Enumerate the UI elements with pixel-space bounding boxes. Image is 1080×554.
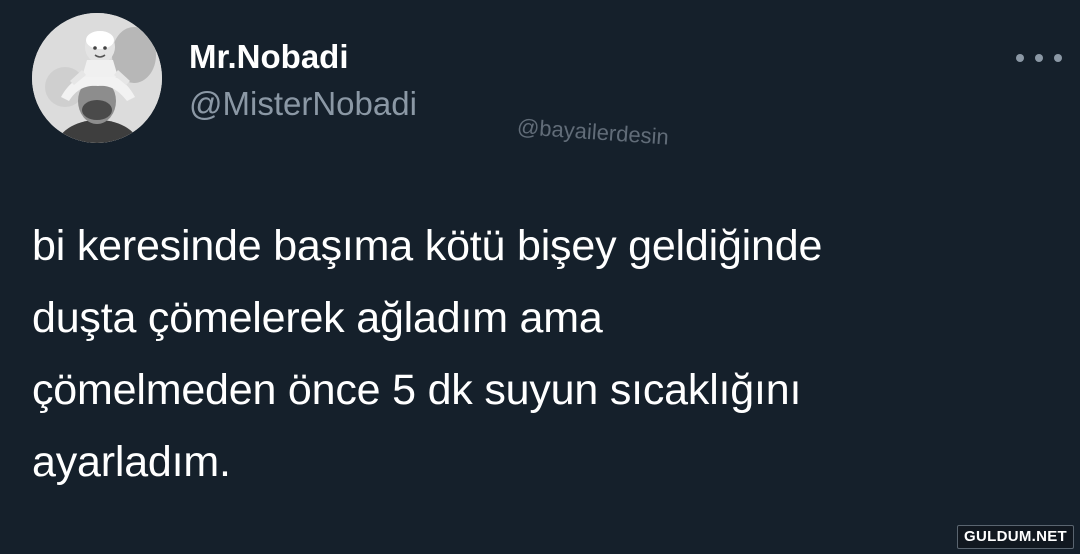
more-dot [1035, 54, 1043, 62]
profile-photo-image [32, 13, 162, 143]
more-options-icon[interactable] [1016, 46, 1062, 70]
tweet-card: Mr.Nobadi @MisterNobadi @bayailerdesin b… [0, 0, 1080, 554]
display-name[interactable]: Mr.Nobadi [189, 37, 349, 77]
tweet-line: ayarladım. [32, 438, 231, 486]
tweet-line: çömelmeden önce 5 dk suyun sıcaklığını [32, 366, 802, 414]
more-dot [1016, 54, 1024, 62]
more-dot [1054, 54, 1062, 62]
tweet-line: bi keresinde başıma kötü bişey geldiğind… [32, 222, 823, 270]
tweet-text: bi keresinde başıma kötü bişey geldiğind… [32, 210, 1072, 498]
avatar[interactable] [32, 13, 162, 143]
tweet-line: duşta çömelerek ağladım ama [32, 294, 603, 342]
user-handle[interactable]: @MisterNobadi [189, 84, 417, 124]
site-watermark: GULDUM.NET [957, 525, 1074, 549]
watermark: @bayailerdesin [516, 114, 670, 150]
